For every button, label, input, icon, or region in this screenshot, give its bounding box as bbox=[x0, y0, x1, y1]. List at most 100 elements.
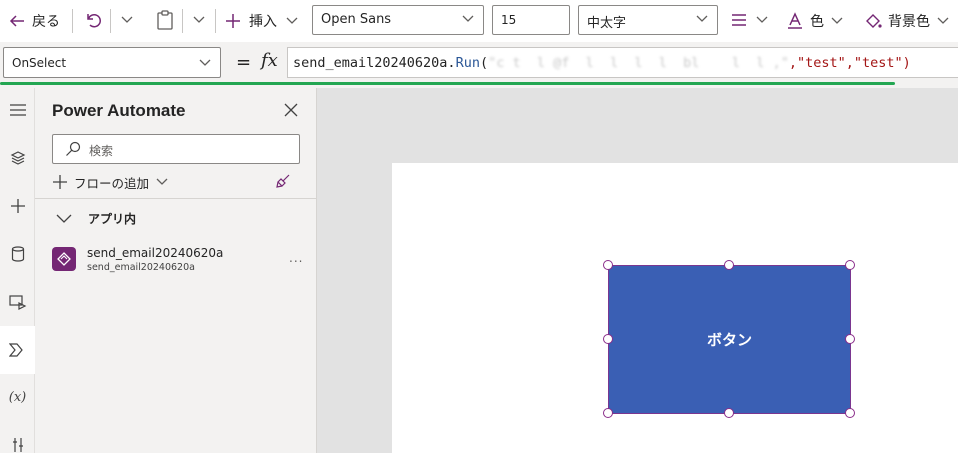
resize-handle-bottom-left[interactable] bbox=[603, 408, 613, 418]
equals-sign: = bbox=[236, 52, 252, 73]
power-automate-panel: Power Automate 検索 フローの追加 アプリ内 send_email… bbox=[35, 88, 317, 453]
divider bbox=[215, 9, 216, 33]
arrow-left-icon bbox=[9, 15, 24, 27]
insert-rail-button[interactable] bbox=[0, 186, 35, 226]
resize-handle-top-right[interactable] bbox=[845, 260, 855, 270]
font-weight-value: 中太字 bbox=[587, 16, 627, 31]
font-size-value: 15 bbox=[501, 13, 517, 27]
section-label: アプリ内 bbox=[88, 212, 137, 226]
font-color-icon bbox=[788, 12, 802, 29]
toolbar: 戻る 挿入 Open Sans 15 中太字 色 背景色 bbox=[0, 0, 958, 42]
search-icon bbox=[66, 141, 81, 156]
chevron-down-icon bbox=[937, 17, 949, 24]
undo-icon bbox=[87, 14, 101, 28]
property-value: OnSelect bbox=[12, 56, 67, 70]
text-color-label: 色 bbox=[810, 14, 824, 30]
chevron-down-icon bbox=[156, 178, 168, 185]
tools-icon bbox=[12, 438, 23, 452]
clear-button[interactable] bbox=[275, 173, 291, 189]
layers-icon bbox=[10, 151, 25, 165]
align-button[interactable] bbox=[731, 12, 769, 28]
data-button[interactable] bbox=[0, 234, 35, 274]
chevron-down-icon bbox=[121, 16, 133, 23]
formula-code: send_email20240620a.Run("c t l @f l l l … bbox=[293, 55, 911, 71]
back-label: 戻る bbox=[32, 14, 60, 30]
search-input[interactable]: 検索 bbox=[52, 134, 300, 164]
formula-masked-email: "c t l @f l l l l bl l l ," bbox=[488, 55, 789, 71]
canvas-button-label: ボタン bbox=[706, 331, 752, 349]
resize-handle-bottom[interactable] bbox=[724, 408, 734, 418]
media-button[interactable] bbox=[0, 282, 35, 322]
flow-app-icon bbox=[52, 247, 76, 271]
font-family-value: Open Sans bbox=[321, 12, 392, 27]
resize-handle-top[interactable] bbox=[724, 260, 734, 270]
plus-icon bbox=[10, 199, 25, 213]
chevron-down-icon bbox=[462, 15, 474, 22]
property-select[interactable]: OnSelect bbox=[3, 47, 221, 78]
align-icon bbox=[732, 14, 746, 26]
power-automate-rail-button[interactable] bbox=[0, 326, 35, 374]
add-flow-button[interactable]: フローの追加 bbox=[52, 172, 169, 192]
flow-subtitle: send_email20240620a bbox=[87, 262, 195, 273]
power-automate-logo-icon bbox=[57, 252, 71, 266]
divider bbox=[72, 9, 73, 33]
broom-icon bbox=[276, 174, 290, 188]
paste-dropdown[interactable] bbox=[192, 15, 206, 25]
undo-dropdown[interactable] bbox=[120, 15, 134, 25]
flow-name: send_email20240620a bbox=[87, 246, 224, 260]
flow-list-item[interactable]: send_email20240620a send_email20240620a … bbox=[52, 245, 302, 275]
power-automate-icon bbox=[8, 343, 23, 357]
back-button[interactable]: 戻る bbox=[8, 11, 60, 31]
chevron-down-icon bbox=[56, 214, 72, 223]
chevron-down-icon bbox=[199, 59, 211, 66]
chevron-down-icon bbox=[696, 15, 708, 22]
plus-icon bbox=[53, 175, 67, 189]
chevron-down-icon bbox=[193, 16, 205, 23]
formula-object: send_email20240620a. bbox=[293, 55, 456, 71]
text-color-button[interactable]: 色 bbox=[786, 11, 844, 31]
divider bbox=[35, 198, 317, 199]
close-icon bbox=[284, 103, 298, 117]
more-options-button[interactable]: ... bbox=[289, 251, 303, 265]
font-weight-select[interactable]: 中太字 bbox=[578, 5, 718, 35]
fill-color-label: 背景色 bbox=[888, 14, 930, 30]
left-rail: (x) bbox=[0, 88, 35, 453]
formula-function: Run bbox=[455, 55, 480, 71]
font-size-input[interactable]: 15 bbox=[492, 5, 570, 35]
canvas-button[interactable]: ボタン bbox=[608, 265, 851, 414]
formula-underline bbox=[0, 82, 895, 85]
variables-button[interactable]: (x) bbox=[0, 377, 35, 417]
chevron-down-icon bbox=[756, 16, 768, 23]
insert-button[interactable]: 挿入 bbox=[225, 11, 299, 31]
divider bbox=[182, 9, 183, 33]
panel-title: Power Automate bbox=[52, 101, 186, 120]
tree-view-button[interactable] bbox=[0, 138, 35, 178]
font-family-select[interactable]: Open Sans bbox=[312, 5, 484, 35]
resize-handle-right[interactable] bbox=[845, 334, 855, 344]
media-icon bbox=[8, 295, 26, 310]
tools-button[interactable] bbox=[0, 425, 35, 465]
resize-handle-top-left[interactable] bbox=[603, 260, 613, 270]
formula-input[interactable]: send_email20240620a.Run("c t l @f l l l … bbox=[287, 47, 958, 78]
variables-icon: (x) bbox=[8, 389, 27, 405]
section-header[interactable]: アプリ内 bbox=[56, 210, 136, 227]
resize-handle-bottom-right[interactable] bbox=[845, 408, 855, 418]
close-panel-button[interactable] bbox=[284, 103, 298, 117]
clipboard-icon bbox=[157, 10, 173, 30]
chevron-down-icon bbox=[286, 17, 298, 24]
menu-button[interactable] bbox=[0, 90, 35, 130]
hamburger-icon bbox=[9, 104, 26, 116]
fx-icon: fx bbox=[261, 50, 278, 71]
fill-color-button[interactable]: 背景色 bbox=[864, 11, 950, 31]
search-placeholder: 検索 bbox=[89, 144, 114, 158]
insert-label: 挿入 bbox=[249, 14, 277, 30]
database-icon bbox=[11, 246, 24, 262]
undo-button[interactable] bbox=[84, 10, 104, 30]
add-flow-label: フローの追加 bbox=[74, 175, 150, 191]
paste-button[interactable] bbox=[156, 10, 174, 30]
paint-bucket-icon bbox=[866, 14, 882, 28]
formula-paren: ( bbox=[479, 55, 489, 71]
formula-args: ,"test","test") bbox=[788, 55, 911, 71]
chevron-down-icon bbox=[831, 17, 843, 24]
resize-handle-left[interactable] bbox=[603, 334, 613, 344]
